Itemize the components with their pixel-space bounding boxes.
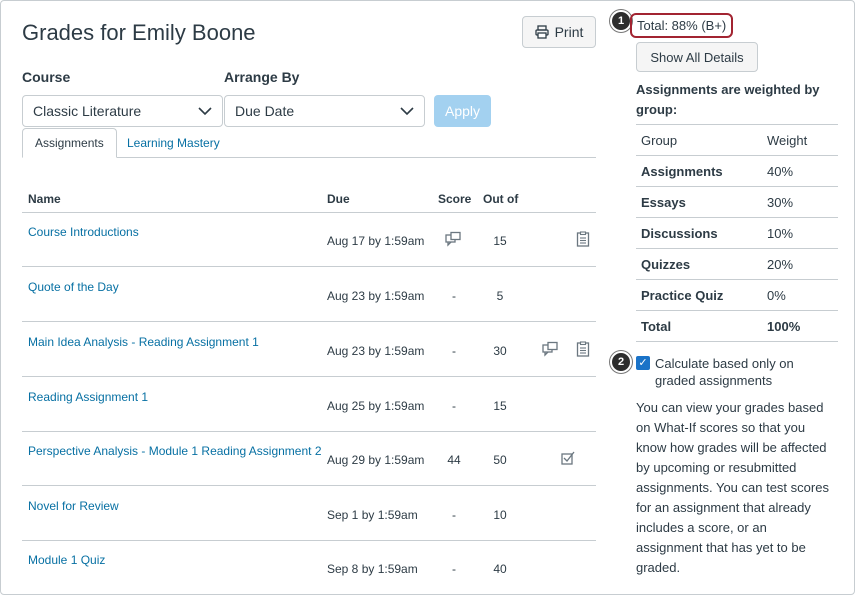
group-weight: 30% <box>767 195 794 210</box>
due-date: Aug 23 by 1:59am <box>327 289 425 303</box>
points-possible: 50 <box>493 453 507 467</box>
total-grade: Total: 88% (B+) <box>630 13 733 38</box>
table-row: Reading Assignment 1 Aug 25 by 1:59am - … <box>22 378 596 432</box>
group-weight: 20% <box>767 257 794 272</box>
assignment-link[interactable]: Quote of the Day <box>28 280 119 294</box>
assignment-link[interactable]: Perspective Analysis - Module 1 Reading … <box>28 444 322 458</box>
what-if-description: You can view your grades based on What-I… <box>636 400 829 575</box>
weights-row: Assignments 40% <box>636 156 838 187</box>
weights-header-row: Group Weight <box>636 125 838 156</box>
assignment-link[interactable]: Main Idea Analysis - Reading Assignment … <box>28 335 259 349</box>
course-select-value: Classic Literature <box>33 103 142 119</box>
arrange-by-select[interactable]: Due Date <box>224 95 425 127</box>
total-label: Total <box>641 319 672 334</box>
assignment-link[interactable]: Course Introductions <box>28 225 139 239</box>
group-weight: 0% <box>767 288 786 303</box>
weights-total-row: Total 100% <box>636 311 838 342</box>
comment-icon[interactable] <box>542 341 558 357</box>
assignment-link[interactable]: Novel for Review <box>28 499 119 513</box>
tab-learning-mastery[interactable]: Learning Mastery <box>115 128 232 158</box>
weights-row: Discussions 10% <box>636 218 838 249</box>
assignment-link[interactable]: Module 1 Quiz <box>28 553 105 567</box>
column-header-due[interactable]: Due <box>327 192 350 206</box>
due-date: Aug 25 by 1:59am <box>327 399 425 413</box>
apply-button[interactable]: Apply <box>434 95 491 127</box>
column-header-name[interactable]: Name <box>28 192 61 206</box>
callout-badge-2: 2 <box>610 351 632 373</box>
score-value[interactable]: - <box>434 289 474 303</box>
group-name: Discussions <box>641 226 718 241</box>
group-name: Essays <box>641 195 686 210</box>
chevron-down-icon <box>400 107 414 116</box>
total-weight: 100% <box>767 319 801 334</box>
print-button[interactable]: Print <box>522 16 596 48</box>
weights-header-group: Group <box>641 133 678 148</box>
weights-table: Group Weight Assignments 40% Essays 30% … <box>636 124 838 342</box>
rubric-icon[interactable] <box>575 231 591 247</box>
table-row: Course Introductions Aug 17 by 1:59am 15 <box>22 213 596 267</box>
weights-row: Quizzes 20% <box>636 249 838 280</box>
graded-only-checkbox[interactable]: ✓ <box>636 356 650 370</box>
comment-icon[interactable] <box>445 231 461 247</box>
points-possible: 40 <box>493 562 507 576</box>
due-date: Aug 29 by 1:59am <box>327 453 425 467</box>
print-label: Print <box>554 24 584 40</box>
page-title: Grades for Emily Boone <box>22 20 256 45</box>
points-possible: 30 <box>493 344 507 358</box>
weights-row: Practice Quiz 0% <box>636 280 838 311</box>
due-date: Sep 8 by 1:59am <box>327 562 418 576</box>
group-name: Quizzes <box>641 257 691 272</box>
chevron-down-icon <box>198 107 212 116</box>
group-name: Practice Quiz <box>641 288 724 303</box>
score-value[interactable]: - <box>434 508 474 522</box>
score-value[interactable]: - <box>434 562 474 576</box>
due-date: Aug 17 by 1:59am <box>327 234 425 248</box>
group-name: Assignments <box>641 164 723 179</box>
course-label: Course <box>22 69 71 85</box>
weighted-by-group-heading: Assignments are weighted by group: <box>636 82 820 117</box>
table-row: Quote of the Day Aug 23 by 1:59am - 5 <box>22 268 596 322</box>
show-all-details-button[interactable]: Show All Details <box>636 42 758 72</box>
score-value[interactable]: - <box>434 399 474 413</box>
rubric-icon[interactable] <box>575 341 591 357</box>
table-row: Novel for Review Sep 1 by 1:59am - 10 <box>22 487 596 541</box>
points-possible: 15 <box>493 399 507 413</box>
due-date: Aug 23 by 1:59am <box>327 344 425 358</box>
arrange-by-label: Arrange By <box>224 69 300 85</box>
tab-assignments[interactable]: Assignments <box>22 128 117 158</box>
weights-row: Essays 30% <box>636 187 838 218</box>
score-value[interactable]: 44 <box>434 453 474 467</box>
table-row: Module 1 Quiz Sep 8 by 1:59am - 40 <box>22 541 596 594</box>
muted-icon[interactable] <box>560 450 576 466</box>
points-possible: 10 <box>493 508 507 522</box>
column-header-score[interactable]: Score <box>438 192 471 206</box>
points-possible: 15 <box>493 234 507 248</box>
course-select[interactable]: Classic Literature <box>22 95 223 127</box>
score-value[interactable]: - <box>434 344 474 358</box>
assignment-link[interactable]: Reading Assignment 1 <box>28 390 148 404</box>
group-weight: 40% <box>767 164 794 179</box>
column-header-out-of[interactable]: Out of <box>483 192 518 206</box>
graded-only-label[interactable]: Calculate based only on graded assignmen… <box>655 355 835 389</box>
due-date: Sep 1 by 1:59am <box>327 508 418 522</box>
table-row: Main Idea Analysis - Reading Assignment … <box>22 323 596 377</box>
grades-page: Grades for Emily Boone Print Course Arra… <box>0 0 855 595</box>
table-row: Perspective Analysis - Module 1 Reading … <box>22 432 596 486</box>
weights-header-weight: Weight <box>767 133 808 148</box>
callout-badge-1: 1 <box>610 10 632 32</box>
arrange-by-select-value: Due Date <box>235 103 295 119</box>
group-weight: 10% <box>767 226 794 241</box>
printer-icon <box>534 25 549 39</box>
points-possible: 5 <box>496 289 504 303</box>
grade-tabs: Assignments Learning Mastery <box>22 128 596 158</box>
